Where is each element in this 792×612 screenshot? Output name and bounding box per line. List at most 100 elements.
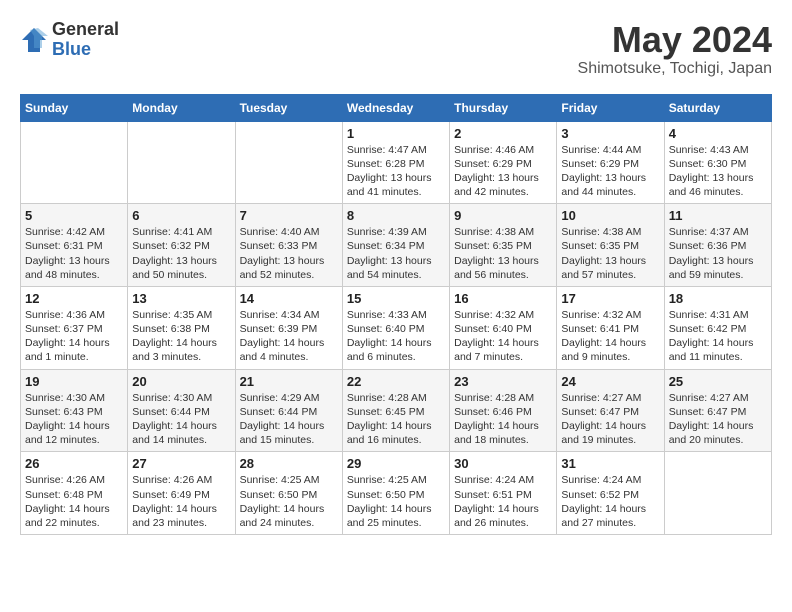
calendar: SundayMondayTuesdayWednesdayThursdayFrid… — [20, 94, 772, 535]
day-number: 26 — [25, 456, 123, 471]
day-number: 21 — [240, 374, 338, 389]
day-number: 27 — [132, 456, 230, 471]
day-info: Sunrise: 4:27 AM Sunset: 6:47 PM Dayligh… — [669, 391, 767, 448]
day-cell: 24 Sunrise: 4:27 AM Sunset: 6:47 PM Dayli… — [557, 369, 664, 452]
day-number: 7 — [240, 208, 338, 223]
day-cell: 25 Sunrise: 4:27 AM Sunset: 6:47 PM Dayli… — [664, 369, 771, 452]
day-cell: 2 Sunrise: 4:46 AM Sunset: 6:29 PM Daylig… — [450, 121, 557, 204]
weekday-sunday: Sunday — [21, 94, 128, 121]
day-cell — [235, 121, 342, 204]
month-title: May 2024 — [578, 20, 772, 60]
weekday-header-row: SundayMondayTuesdayWednesdayThursdayFrid… — [21, 94, 772, 121]
week-row-4: 19 Sunrise: 4:30 AM Sunset: 6:43 PM Dayli… — [21, 369, 772, 452]
location-title: Shimotsuke, Tochigi, Japan — [578, 60, 772, 78]
day-info: Sunrise: 4:44 AM Sunset: 6:29 PM Dayligh… — [561, 143, 659, 200]
day-info: Sunrise: 4:25 AM Sunset: 6:50 PM Dayligh… — [240, 473, 338, 530]
day-cell: 1Sunrise: 4:47 AM Sunset: 6:28 PM Daylig… — [342, 121, 449, 204]
week-row-5: 26Sunrise: 4:26 AM Sunset: 6:48 PM Dayli… — [21, 452, 772, 535]
day-number: 4 — [669, 126, 767, 141]
day-number: 15 — [347, 291, 445, 306]
day-number: 14 — [240, 291, 338, 306]
day-cell: 15 Sunrise: 4:33 AM Sunset: 6:40 PM Dayli… — [342, 286, 449, 369]
day-cell — [21, 121, 128, 204]
day-number: 3 — [561, 126, 659, 141]
weekday-wednesday: Wednesday — [342, 94, 449, 121]
day-cell: 21 Sunrise: 4:29 AM Sunset: 6:44 PM Dayli… — [235, 369, 342, 452]
day-number: 2 — [454, 126, 552, 141]
day-number: 12 — [25, 291, 123, 306]
day-cell: 4 Sunrise: 4:43 AM Sunset: 6:30 PM Daylig… — [664, 121, 771, 204]
day-info: Sunrise: 4:28 AM Sunset: 6:45 PM Dayligh… — [347, 391, 445, 448]
day-cell: 22 Sunrise: 4:28 AM Sunset: 6:45 PM Dayli… — [342, 369, 449, 452]
day-cell: 31 Sunrise: 4:24 AM Sunset: 6:52 PM Dayli… — [557, 452, 664, 535]
week-row-1: 1Sunrise: 4:47 AM Sunset: 6:28 PM Daylig… — [21, 121, 772, 204]
day-info: Sunrise: 4:27 AM Sunset: 6:47 PM Dayligh… — [561, 391, 659, 448]
day-cell — [664, 452, 771, 535]
day-cell: 18Sunrise: 4:31 AM Sunset: 6:42 PM Dayli… — [664, 286, 771, 369]
day-number: 9 — [454, 208, 552, 223]
logo-blue: Blue — [52, 40, 119, 60]
day-cell: 10Sunrise: 4:38 AM Sunset: 6:35 PM Dayli… — [557, 204, 664, 287]
day-cell: 26Sunrise: 4:26 AM Sunset: 6:48 PM Dayli… — [21, 452, 128, 535]
day-number: 25 — [669, 374, 767, 389]
weekday-friday: Friday — [557, 94, 664, 121]
day-number: 23 — [454, 374, 552, 389]
day-cell: 3 Sunrise: 4:44 AM Sunset: 6:29 PM Daylig… — [557, 121, 664, 204]
day-number: 13 — [132, 291, 230, 306]
day-info: Sunrise: 4:33 AM Sunset: 6:40 PM Dayligh… — [347, 308, 445, 365]
day-info: Sunrise: 4:26 AM Sunset: 6:49 PM Dayligh… — [132, 473, 230, 530]
day-number: 19 — [25, 374, 123, 389]
day-info: Sunrise: 4:36 AM Sunset: 6:37 PM Dayligh… — [25, 308, 123, 365]
day-number: 18 — [669, 291, 767, 306]
day-number: 16 — [454, 291, 552, 306]
day-cell: 29 Sunrise: 4:25 AM Sunset: 6:50 PM Dayli… — [342, 452, 449, 535]
day-info: Sunrise: 4:28 AM Sunset: 6:46 PM Dayligh… — [454, 391, 552, 448]
day-info: Sunrise: 4:29 AM Sunset: 6:44 PM Dayligh… — [240, 391, 338, 448]
logo: General Blue — [20, 20, 119, 60]
day-info: Sunrise: 4:38 AM Sunset: 6:35 PM Dayligh… — [561, 225, 659, 282]
day-cell: 27 Sunrise: 4:26 AM Sunset: 6:49 PM Dayli… — [128, 452, 235, 535]
day-cell: 20 Sunrise: 4:30 AM Sunset: 6:44 PM Dayli… — [128, 369, 235, 452]
day-number: 30 — [454, 456, 552, 471]
day-info: Sunrise: 4:42 AM Sunset: 6:31 PM Dayligh… — [25, 225, 123, 282]
week-row-3: 12 Sunrise: 4:36 AM Sunset: 6:37 PM Dayli… — [21, 286, 772, 369]
day-number: 22 — [347, 374, 445, 389]
logo-general: General — [52, 20, 119, 40]
day-info: Sunrise: 4:30 AM Sunset: 6:44 PM Dayligh… — [132, 391, 230, 448]
day-cell: 28Sunrise: 4:25 AM Sunset: 6:50 PM Dayli… — [235, 452, 342, 535]
weekday-saturday: Saturday — [664, 94, 771, 121]
day-info: Sunrise: 4:40 AM Sunset: 6:33 PM Dayligh… — [240, 225, 338, 282]
day-info: Sunrise: 4:41 AM Sunset: 6:32 PM Dayligh… — [132, 225, 230, 282]
day-number: 29 — [347, 456, 445, 471]
day-info: Sunrise: 4:34 AM Sunset: 6:39 PM Dayligh… — [240, 308, 338, 365]
day-info: Sunrise: 4:24 AM Sunset: 6:51 PM Dayligh… — [454, 473, 552, 530]
day-number: 17 — [561, 291, 659, 306]
day-cell: 17 Sunrise: 4:32 AM Sunset: 6:41 PM Dayli… — [557, 286, 664, 369]
day-cell: 12 Sunrise: 4:36 AM Sunset: 6:37 PM Dayli… — [21, 286, 128, 369]
day-info: Sunrise: 4:43 AM Sunset: 6:30 PM Dayligh… — [669, 143, 767, 200]
day-info: Sunrise: 4:24 AM Sunset: 6:52 PM Dayligh… — [561, 473, 659, 530]
title-area: May 2024 Shimotsuke, Tochigi, Japan — [578, 20, 772, 78]
day-cell: 5Sunrise: 4:42 AM Sunset: 6:31 PM Daylig… — [21, 204, 128, 287]
day-info: Sunrise: 4:30 AM Sunset: 6:43 PM Dayligh… — [25, 391, 123, 448]
day-number: 31 — [561, 456, 659, 471]
weekday-tuesday: Tuesday — [235, 94, 342, 121]
day-cell: 23 Sunrise: 4:28 AM Sunset: 6:46 PM Dayli… — [450, 369, 557, 452]
day-cell: 13Sunrise: 4:35 AM Sunset: 6:38 PM Dayli… — [128, 286, 235, 369]
day-info: Sunrise: 4:38 AM Sunset: 6:35 PM Dayligh… — [454, 225, 552, 282]
day-info: Sunrise: 4:32 AM Sunset: 6:41 PM Dayligh… — [561, 308, 659, 365]
day-cell: 14 Sunrise: 4:34 AM Sunset: 6:39 PM Dayli… — [235, 286, 342, 369]
day-info: Sunrise: 4:46 AM Sunset: 6:29 PM Dayligh… — [454, 143, 552, 200]
week-row-2: 5Sunrise: 4:42 AM Sunset: 6:31 PM Daylig… — [21, 204, 772, 287]
header: General Blue May 2024 Shimotsuke, Tochig… — [20, 20, 772, 78]
day-cell: 7 Sunrise: 4:40 AM Sunset: 6:33 PM Daylig… — [235, 204, 342, 287]
day-cell: 19 Sunrise: 4:30 AM Sunset: 6:43 PM Dayli… — [21, 369, 128, 452]
day-number: 11 — [669, 208, 767, 223]
logo-text: General Blue — [52, 20, 119, 60]
day-info: Sunrise: 4:25 AM Sunset: 6:50 PM Dayligh… — [347, 473, 445, 530]
weekday-thursday: Thursday — [450, 94, 557, 121]
day-number: 24 — [561, 374, 659, 389]
day-info: Sunrise: 4:37 AM Sunset: 6:36 PM Dayligh… — [669, 225, 767, 282]
logo-icon — [20, 26, 48, 54]
day-number: 20 — [132, 374, 230, 389]
